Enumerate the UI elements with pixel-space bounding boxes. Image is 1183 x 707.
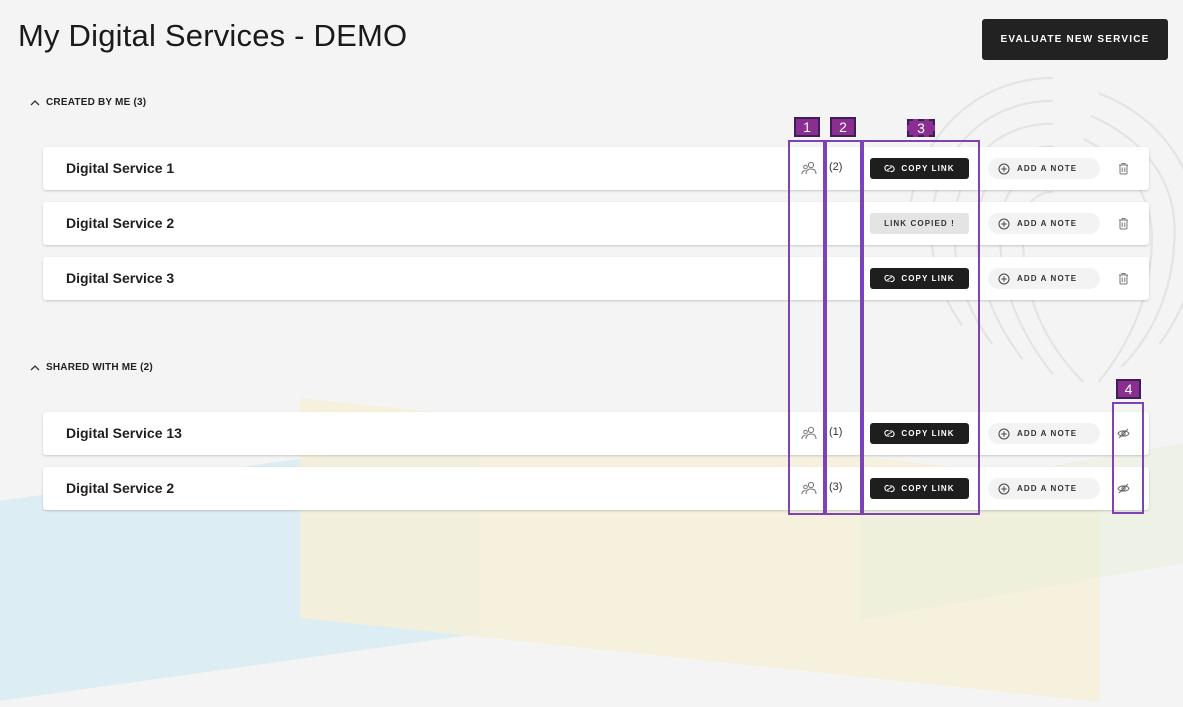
annotation-label-2: 2 xyxy=(830,117,856,137)
link-copied-label: LINK COPIED ! xyxy=(884,219,955,228)
plus-circle-icon xyxy=(998,163,1010,174)
add-note-button[interactable]: ADD A NOTE xyxy=(988,268,1100,289)
eye-off-icon[interactable] xyxy=(1117,483,1130,494)
user-count: (3) xyxy=(829,481,843,493)
plus-circle-icon xyxy=(998,428,1010,439)
service-row[interactable]: Digital Service 2 (3) COPY LINK ADD A NO… xyxy=(43,467,1149,510)
section-header-label: CREATED BY ME (3) xyxy=(46,97,147,108)
copy-link-button[interactable]: COPY LINK xyxy=(870,268,969,289)
annotation-label-3: 3 xyxy=(907,119,935,137)
link-icon xyxy=(884,484,895,493)
add-note-label: ADD A NOTE xyxy=(1017,219,1078,228)
service-row[interactable]: Digital Service 13 (1) COPY LINK ADD A N… xyxy=(43,412,1149,455)
user-count: (1) xyxy=(829,426,843,438)
copy-link-label: COPY LINK xyxy=(901,484,955,493)
copy-link-label: COPY LINK xyxy=(901,274,955,283)
eye-off-icon[interactable] xyxy=(1117,428,1130,439)
annotation-label-4: 4 xyxy=(1116,379,1141,399)
link-copied-button[interactable]: LINK COPIED ! xyxy=(870,213,969,234)
add-note-button[interactable]: ADD A NOTE xyxy=(988,158,1100,179)
add-note-button[interactable]: ADD A NOTE xyxy=(988,213,1100,234)
evaluate-new-service-button[interactable]: EVALUATE NEW SERVICE xyxy=(982,19,1168,60)
annotation-box-1 xyxy=(788,140,825,515)
plus-circle-icon xyxy=(998,483,1010,494)
link-icon xyxy=(884,274,895,283)
service-row[interactable]: Digital Service 3 COPY LINK ADD A NOTE xyxy=(43,257,1149,300)
add-note-label: ADD A NOTE xyxy=(1017,484,1078,493)
page-title: My Digital Services - DEMO xyxy=(18,18,408,53)
copy-link-button[interactable]: COPY LINK xyxy=(870,158,969,179)
service-name[interactable]: Digital Service 2 xyxy=(66,215,174,231)
add-note-button[interactable]: ADD A NOTE xyxy=(988,423,1100,444)
trash-icon[interactable] xyxy=(1118,217,1129,230)
user-count: (2) xyxy=(829,161,843,173)
annotation-box-2 xyxy=(825,140,862,515)
add-note-label: ADD A NOTE xyxy=(1017,274,1078,283)
users-icon xyxy=(801,161,817,175)
service-row[interactable]: Digital Service 2 LINK COPIED ! ADD A NO… xyxy=(43,202,1149,245)
plus-circle-icon xyxy=(998,273,1010,284)
service-name[interactable]: Digital Service 1 xyxy=(66,160,174,176)
add-note-label: ADD A NOTE xyxy=(1017,429,1078,438)
service-name[interactable]: Digital Service 2 xyxy=(66,480,174,496)
annotation-label-1: 1 xyxy=(794,117,820,137)
section-created-by-me-toggle[interactable]: CREATED BY ME (3) xyxy=(30,97,146,108)
section-header-label: SHARED WITH ME (2) xyxy=(46,362,153,373)
copy-link-button[interactable]: COPY LINK xyxy=(870,478,969,499)
add-note-button[interactable]: ADD A NOTE xyxy=(988,478,1100,499)
section-shared-with-me-toggle[interactable]: SHARED WITH ME (2) xyxy=(30,362,153,373)
service-row[interactable]: Digital Service 1 (2) COPY LINK ADD A NO… xyxy=(43,147,1149,190)
add-note-label: ADD A NOTE xyxy=(1017,164,1078,173)
link-icon xyxy=(884,429,895,438)
trash-icon[interactable] xyxy=(1118,272,1129,285)
service-name[interactable]: Digital Service 13 xyxy=(66,425,182,441)
link-icon xyxy=(884,164,895,173)
users-icon xyxy=(801,481,817,495)
copy-link-label: COPY LINK xyxy=(901,164,955,173)
copy-link-button[interactable]: COPY LINK xyxy=(870,423,969,444)
trash-icon[interactable] xyxy=(1118,162,1129,175)
chevron-up-icon xyxy=(30,364,40,370)
service-name[interactable]: Digital Service 3 xyxy=(66,270,174,286)
plus-circle-icon xyxy=(998,218,1010,229)
chevron-up-icon xyxy=(30,99,40,105)
copy-link-label: COPY LINK xyxy=(901,429,955,438)
users-icon xyxy=(801,426,817,440)
